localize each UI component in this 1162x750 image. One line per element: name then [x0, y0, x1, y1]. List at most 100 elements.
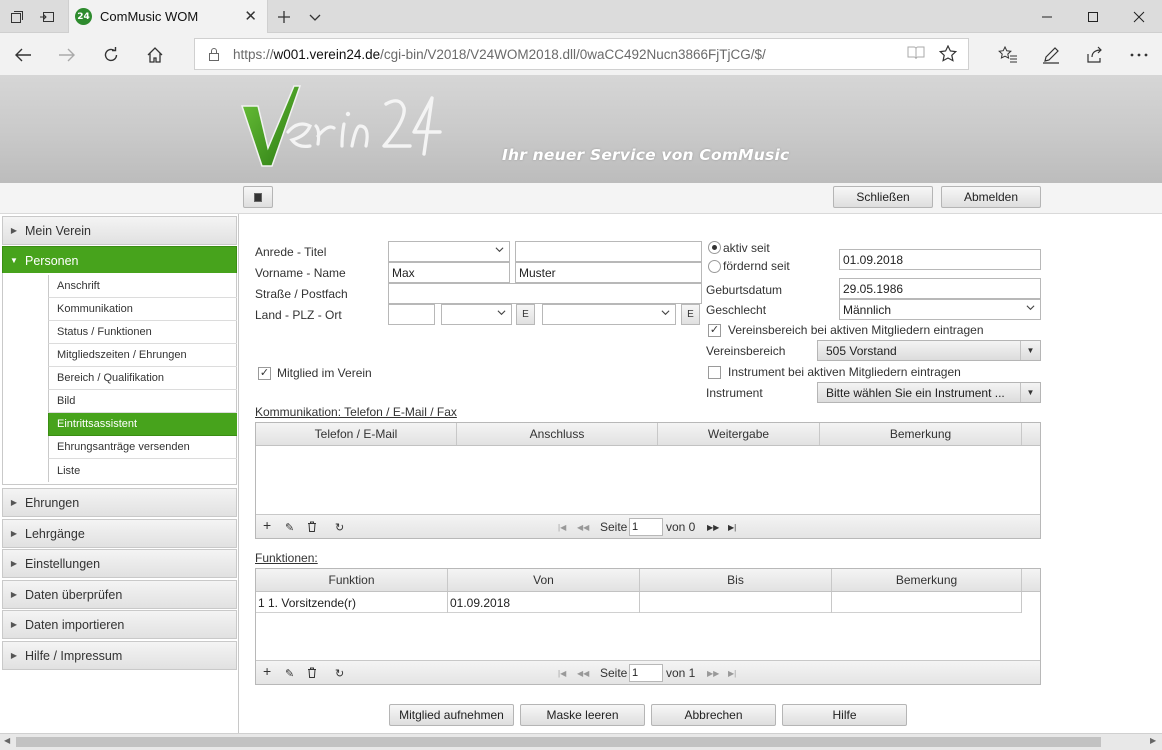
sidebar-item-hilfe-impressum[interactable]: ▶ Hilfe / Impressum [2, 641, 237, 670]
scrollbar-thumb[interactable] [16, 737, 1101, 747]
scroll-left-icon[interactable]: ◀ [4, 736, 10, 745]
home-icon[interactable] [143, 43, 167, 67]
submenu-mitgliedszeiten[interactable]: Mitgliedszeiten / Ehrungen [48, 344, 237, 367]
next-page-icon[interactable]: ▶▶ [707, 669, 719, 678]
submenu-liste[interactable]: Liste [48, 459, 237, 482]
url-field[interactable]: https://w001.verein24.de/cgi-bin/V2018/V… [194, 38, 969, 70]
forward-icon[interactable] [55, 43, 79, 67]
submenu-status-funktionen[interactable]: Status / Funktionen [48, 321, 237, 344]
add-icon[interactable]: + [263, 663, 271, 679]
sidebar-item-daten-importieren[interactable]: ▶ Daten importieren [2, 610, 237, 639]
pen-notes-icon[interactable] [1039, 43, 1063, 67]
back-icon[interactable] [11, 43, 35, 67]
sidebar-item-label: Daten überprüfen [25, 587, 123, 602]
first-page-icon[interactable]: |◀ [558, 523, 566, 532]
submenu-bild[interactable]: Bild [48, 390, 237, 413]
refresh-icon[interactable]: ↻ [335, 521, 344, 534]
sidebar-item-personen[interactable]: ▼ Personen [2, 246, 237, 275]
ort-select[interactable] [542, 304, 676, 325]
mitglied-checkbox[interactable]: ✓ [258, 367, 271, 380]
geschlecht-select[interactable]: Männlich [839, 299, 1041, 320]
anrede-select[interactable] [388, 241, 510, 262]
last-page-icon[interactable]: ▶| [728, 523, 736, 532]
edit-pencil-icon[interactable]: ✎ [285, 521, 294, 534]
aktiv-date-input[interactable]: 01.09.2018 [839, 249, 1041, 270]
edit-pencil-icon[interactable]: ✎ [285, 667, 294, 680]
cancel-button[interactable]: Abbrechen [651, 704, 776, 726]
reading-view-icon[interactable] [907, 45, 925, 66]
browser-tab[interactable]: 24 ComMusic WOM ✕ [68, 0, 268, 33]
sidebar-item-mein-verein[interactable]: ▶ Mein Verein [2, 216, 237, 245]
help-button[interactable]: Hilfe [782, 704, 907, 726]
last-page-icon[interactable]: ▶| [728, 669, 736, 678]
foerdernd-radio[interactable] [708, 260, 721, 273]
submenu-eintrittsassistent[interactable]: Eintrittsassistent [48, 413, 237, 436]
plz-select[interactable] [441, 304, 512, 325]
slogan: Ihr neuer Service von ComMusic [502, 146, 790, 164]
submenu-ehrungsantraege[interactable]: Ehrungsanträge versenden [48, 436, 237, 459]
instrument-dropdown[interactable]: Bitte wählen Sie ein Instrument ... ▼ [817, 382, 1041, 403]
submenu-anschrift[interactable]: Anschrift [48, 275, 237, 298]
page-input[interactable]: 1 [629, 518, 663, 536]
next-page-icon[interactable]: ▶▶ [707, 523, 719, 532]
vereinsbereich-label: Vereinsbereich [706, 344, 786, 358]
clear-form-button[interactable]: Maske leeren [520, 704, 645, 726]
tab-actions-icon[interactable] [8, 8, 26, 26]
first-page-icon[interactable]: |◀ [558, 669, 566, 678]
sidebar-item-lehrgaenge[interactable]: ▶ Lehrgänge [2, 519, 237, 548]
table-row[interactable]: 1 1. Vorsitzende(r) 01.09.2018 [256, 592, 1022, 613]
strasse-input[interactable] [388, 283, 702, 304]
favorite-star-icon[interactable] [938, 44, 958, 67]
logout-button[interactable]: Abmelden [941, 186, 1041, 208]
vereinsbereich-checkbox[interactable]: ✓ [708, 324, 721, 337]
column-header[interactable]: Von [448, 569, 640, 591]
land-input[interactable] [388, 304, 435, 325]
submenu-kommunikation[interactable]: Kommunikation [48, 298, 237, 321]
column-header[interactable]: Anschluss [457, 423, 658, 445]
column-header[interactable]: Bemerkung [820, 423, 1022, 445]
more-options-icon[interactable] [1127, 43, 1151, 67]
tab-list-chevron-icon[interactable] [306, 8, 324, 26]
refresh-icon[interactable] [99, 43, 123, 67]
delete-trash-icon[interactable] [307, 521, 317, 535]
geburtsdatum-input[interactable]: 29.05.1986 [839, 278, 1041, 299]
minimize-icon[interactable] [1024, 0, 1070, 33]
window-close-icon[interactable] [1116, 0, 1162, 33]
submenu-bereich[interactable]: Bereich / Qualifikation [48, 367, 237, 390]
add-icon[interactable]: + [263, 517, 271, 533]
column-header[interactable]: Weitergabe [658, 423, 820, 445]
page-input[interactable]: 1 [629, 664, 663, 682]
column-header[interactable]: Funktion [256, 569, 448, 591]
add-member-button[interactable]: Mitglied aufnehmen [389, 704, 514, 726]
scroll-right-icon[interactable]: ▶ [1150, 736, 1156, 745]
set-tabs-aside-icon[interactable] [38, 8, 56, 26]
sidebar-item-einstellungen[interactable]: ▶ Einstellungen [2, 549, 237, 578]
favorites-hub-icon[interactable] [996, 43, 1020, 67]
ort-edit-button[interactable]: E [681, 304, 700, 325]
titel-input[interactable] [515, 241, 702, 262]
plz-edit-button[interactable]: E [516, 304, 535, 325]
vereinsbereich-dropdown[interactable]: 505 Vorstand ▼ [817, 340, 1041, 361]
column-header[interactable]: Bemerkung [832, 569, 1022, 591]
new-tab-icon[interactable] [275, 8, 293, 26]
vorname-input[interactable]: Max [388, 262, 510, 283]
delete-trash-icon[interactable] [307, 667, 317, 681]
tab-close-icon[interactable]: ✕ [244, 7, 257, 25]
close-button[interactable]: Schließen [833, 186, 933, 208]
instrument-checkbox[interactable] [708, 366, 721, 379]
prev-page-icon[interactable]: ◀◀ [577, 523, 589, 532]
expand-arrow-icon: ▶ [10, 651, 18, 660]
sidebar-item-ehrungen[interactable]: ▶ Ehrungen [2, 488, 237, 517]
column-header[interactable]: Bis [640, 569, 832, 591]
share-icon[interactable] [1083, 43, 1107, 67]
sidebar-item-daten-ueberpruefen[interactable]: ▶ Daten überprüfen [2, 580, 237, 609]
refresh-icon[interactable]: ↻ [335, 667, 344, 680]
maximize-icon[interactable] [1070, 0, 1116, 33]
aktiv-radio[interactable] [708, 241, 721, 254]
toggle-menu-button[interactable] [243, 186, 273, 208]
prev-page-icon[interactable]: ◀◀ [577, 669, 589, 678]
nachname-input[interactable]: Muster [515, 262, 702, 283]
column-header[interactable]: Telefon / E-Mail [256, 423, 457, 445]
expand-arrow-icon: ▶ [10, 498, 18, 507]
horizontal-scrollbar[interactable]: ◀ ▶ [0, 733, 1162, 750]
